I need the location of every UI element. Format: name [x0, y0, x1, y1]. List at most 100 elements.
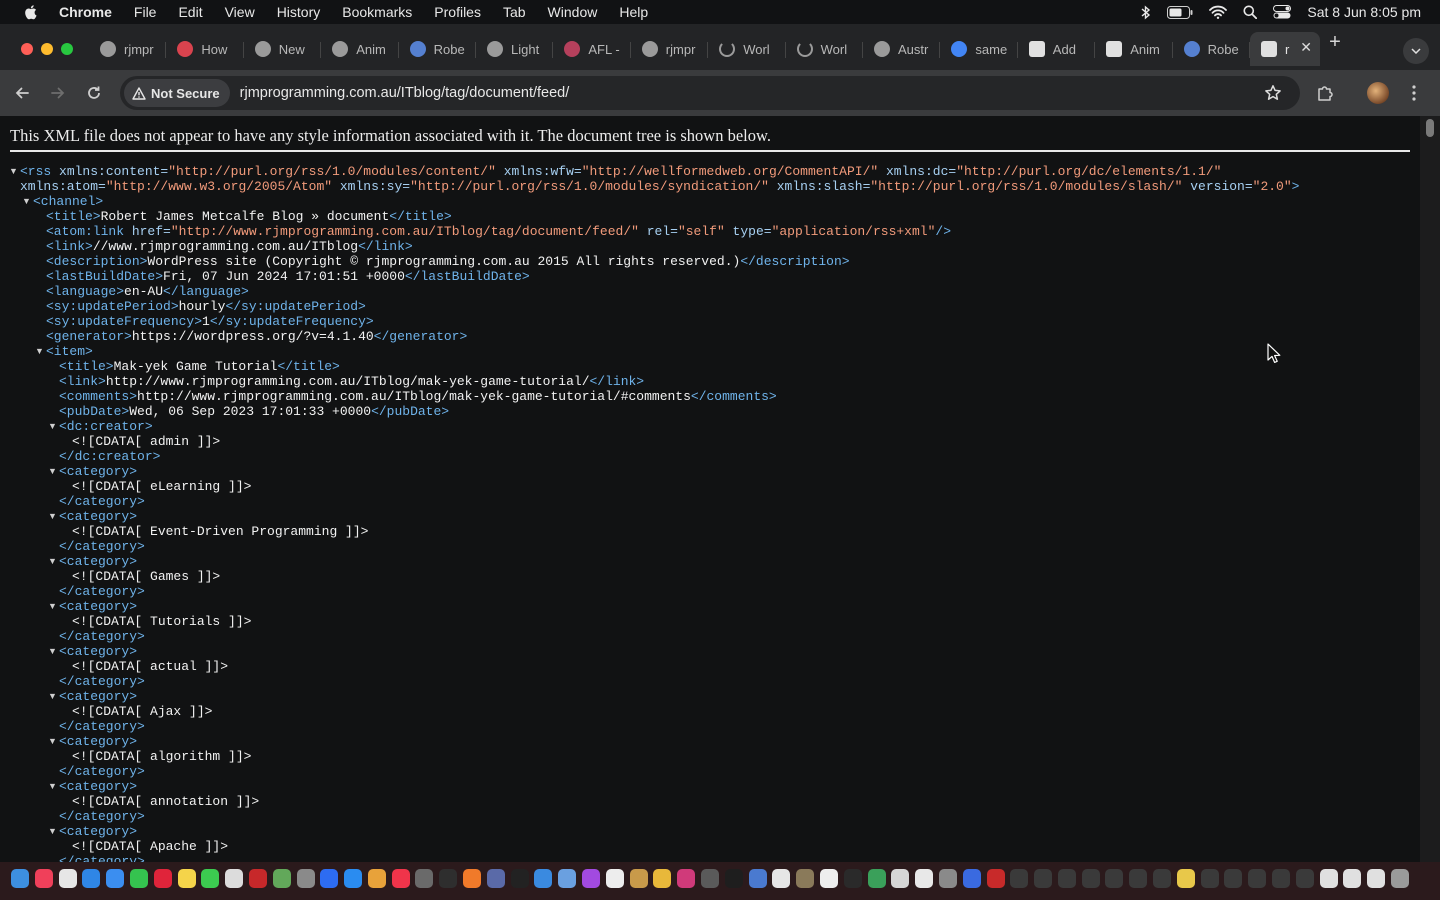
finder-dock-icon[interactable]	[11, 869, 29, 888]
xcode-dock-icon[interactable]	[534, 869, 552, 888]
podcasts-dock-icon[interactable]	[582, 869, 600, 888]
window-7-dock-icon[interactable]	[1153, 869, 1171, 888]
collapse-toggle-icon[interactable]: ▼	[48, 644, 57, 659]
tab[interactable]: Robe	[399, 32, 476, 66]
new-tab-button[interactable]: +	[1325, 32, 1345, 52]
url-text[interactable]: rjmprogramming.com.au/ITblog/tag/documen…	[240, 85, 570, 101]
launchpad-dock-icon[interactable]	[59, 869, 77, 888]
zoom-window-button[interactable]	[61, 43, 73, 55]
tab[interactable]: New	[244, 32, 322, 66]
collapse-toggle-icon[interactable]: ▼	[22, 194, 31, 209]
xquartz-dock-icon[interactable]	[963, 869, 981, 888]
console-dock-icon[interactable]	[844, 869, 862, 888]
reload-button[interactable]	[83, 82, 105, 104]
red-doc-dock-icon[interactable]	[987, 869, 1005, 888]
gpg-dock-icon[interactable]	[891, 869, 909, 888]
bbedit-dock-icon[interactable]	[487, 869, 505, 888]
notes-dock-icon[interactable]	[178, 869, 196, 888]
close-tab-icon[interactable]: ✕	[1300, 39, 1312, 56]
tab-active[interactable]: r ✕	[1250, 32, 1320, 66]
collapse-toggle-icon[interactable]: ▼	[48, 419, 57, 434]
triangle-app-dock-icon[interactable]	[868, 869, 886, 888]
script-editor-dock-icon[interactable]	[915, 869, 933, 888]
window-1-dock-icon[interactable]	[1010, 869, 1028, 888]
spotlight-search-icon[interactable]	[1243, 5, 1258, 19]
tab[interactable]: Austr	[863, 32, 941, 66]
messages-dock-icon[interactable]	[201, 869, 219, 888]
trash-dock-icon[interactable]	[1391, 869, 1409, 888]
window-8-dock-icon[interactable]	[1201, 869, 1219, 888]
collapse-toggle-icon[interactable]: ▼	[48, 824, 57, 839]
tab[interactable]: Add	[1018, 32, 1096, 66]
safari-dock-icon[interactable]	[82, 869, 100, 888]
facetime-dock-icon[interactable]	[130, 869, 148, 888]
github-dock-icon[interactable]	[820, 869, 838, 888]
menu-view[interactable]: View	[225, 4, 255, 20]
photos-dock-icon[interactable]	[368, 869, 386, 888]
firefox-dock-icon[interactable]	[463, 869, 481, 888]
wifi-icon[interactable]	[1209, 5, 1228, 19]
collapse-toggle-icon[interactable]: ▼	[48, 734, 57, 749]
menu-window[interactable]: Window	[548, 4, 598, 20]
tab[interactable]: Robe	[1173, 32, 1250, 66]
preview-dock-icon[interactable]	[558, 869, 576, 888]
window-11-dock-icon[interactable]	[1272, 869, 1290, 888]
bluetooth-icon[interactable]	[1141, 4, 1151, 20]
menu-file[interactable]: File	[134, 4, 157, 20]
document-dock-icon[interactable]	[772, 869, 790, 888]
close-window-button[interactable]	[21, 43, 33, 55]
window-10-dock-icon[interactable]	[1248, 869, 1266, 888]
chrome-dock-icon[interactable]	[653, 869, 671, 888]
tab[interactable]: Anim	[1095, 32, 1173, 66]
collapse-toggle-icon[interactable]: ▼	[9, 164, 18, 179]
stickies-dock-icon[interactable]	[630, 869, 648, 888]
menu-profiles[interactable]: Profiles	[434, 4, 481, 20]
mail-dock-icon[interactable]	[106, 869, 124, 888]
settings-dock-icon[interactable]	[939, 869, 957, 888]
games-dock-icon[interactable]	[297, 869, 315, 888]
tab[interactable]: Anim	[321, 32, 399, 66]
menu-tab[interactable]: Tab	[503, 4, 526, 20]
bookmark-star-icon[interactable]	[1264, 84, 1282, 102]
minimize-window-button[interactable]	[41, 43, 53, 55]
window-5-dock-icon[interactable]	[1105, 869, 1123, 888]
window-2-dock-icon[interactable]	[1034, 869, 1052, 888]
gimp-dock-icon[interactable]	[796, 869, 814, 888]
back-button[interactable]	[11, 82, 33, 104]
collapse-toggle-icon[interactable]: ▼	[48, 599, 57, 614]
window-12-dock-icon[interactable]	[1296, 869, 1314, 888]
tab-search-button[interactable]	[1403, 38, 1429, 64]
filezilla-dock-icon[interactable]	[249, 869, 267, 888]
window-13-dock-icon[interactable]	[1320, 869, 1338, 888]
zoom-dock-icon[interactable]	[320, 869, 338, 888]
collapse-toggle-icon[interactable]: ▼	[35, 344, 44, 359]
quicktime-dock-icon[interactable]	[749, 869, 767, 888]
menu-edit[interactable]: Edit	[178, 4, 202, 20]
collapse-toggle-icon[interactable]: ▼	[48, 689, 57, 704]
collapse-toggle-icon[interactable]: ▼	[48, 779, 57, 794]
app-store-dock-icon[interactable]	[344, 869, 362, 888]
window-14-dock-icon[interactable]	[1343, 869, 1361, 888]
terminal-dark-dock-icon[interactable]	[439, 869, 457, 888]
folder-yellow-dock-icon[interactable]	[1177, 869, 1195, 888]
terminal-dock-icon[interactable]	[725, 869, 743, 888]
news-dock-icon[interactable]	[392, 869, 410, 888]
intellij-dock-icon[interactable]	[677, 869, 695, 888]
tab[interactable]: Light	[476, 32, 554, 66]
extensions-puzzle-icon[interactable]	[1315, 83, 1335, 103]
tool-dock-icon[interactable]	[415, 869, 433, 888]
collapse-toggle-icon[interactable]: ▼	[48, 509, 57, 524]
photo-tool-dock-icon[interactable]	[273, 869, 291, 888]
window-3-dock-icon[interactable]	[1058, 869, 1076, 888]
apple-tv-dock-icon[interactable]	[511, 869, 529, 888]
window-6-dock-icon[interactable]	[1129, 869, 1147, 888]
window-15-dock-icon[interactable]	[1367, 869, 1385, 888]
menu-bookmarks[interactable]: Bookmarks	[342, 4, 412, 20]
menu-chrome[interactable]: Chrome	[59, 4, 112, 20]
scrollbar-thumb[interactable]	[1426, 119, 1434, 137]
security-chip[interactable]: Not Secure	[124, 79, 230, 107]
address-bar[interactable]: Not Secure rjmprogramming.com.au/ITblog/…	[120, 76, 1300, 110]
tab[interactable]: rjmpr	[89, 32, 167, 66]
collapse-toggle-icon[interactable]: ▼	[48, 464, 57, 479]
more-menu-icon[interactable]	[1404, 83, 1424, 103]
